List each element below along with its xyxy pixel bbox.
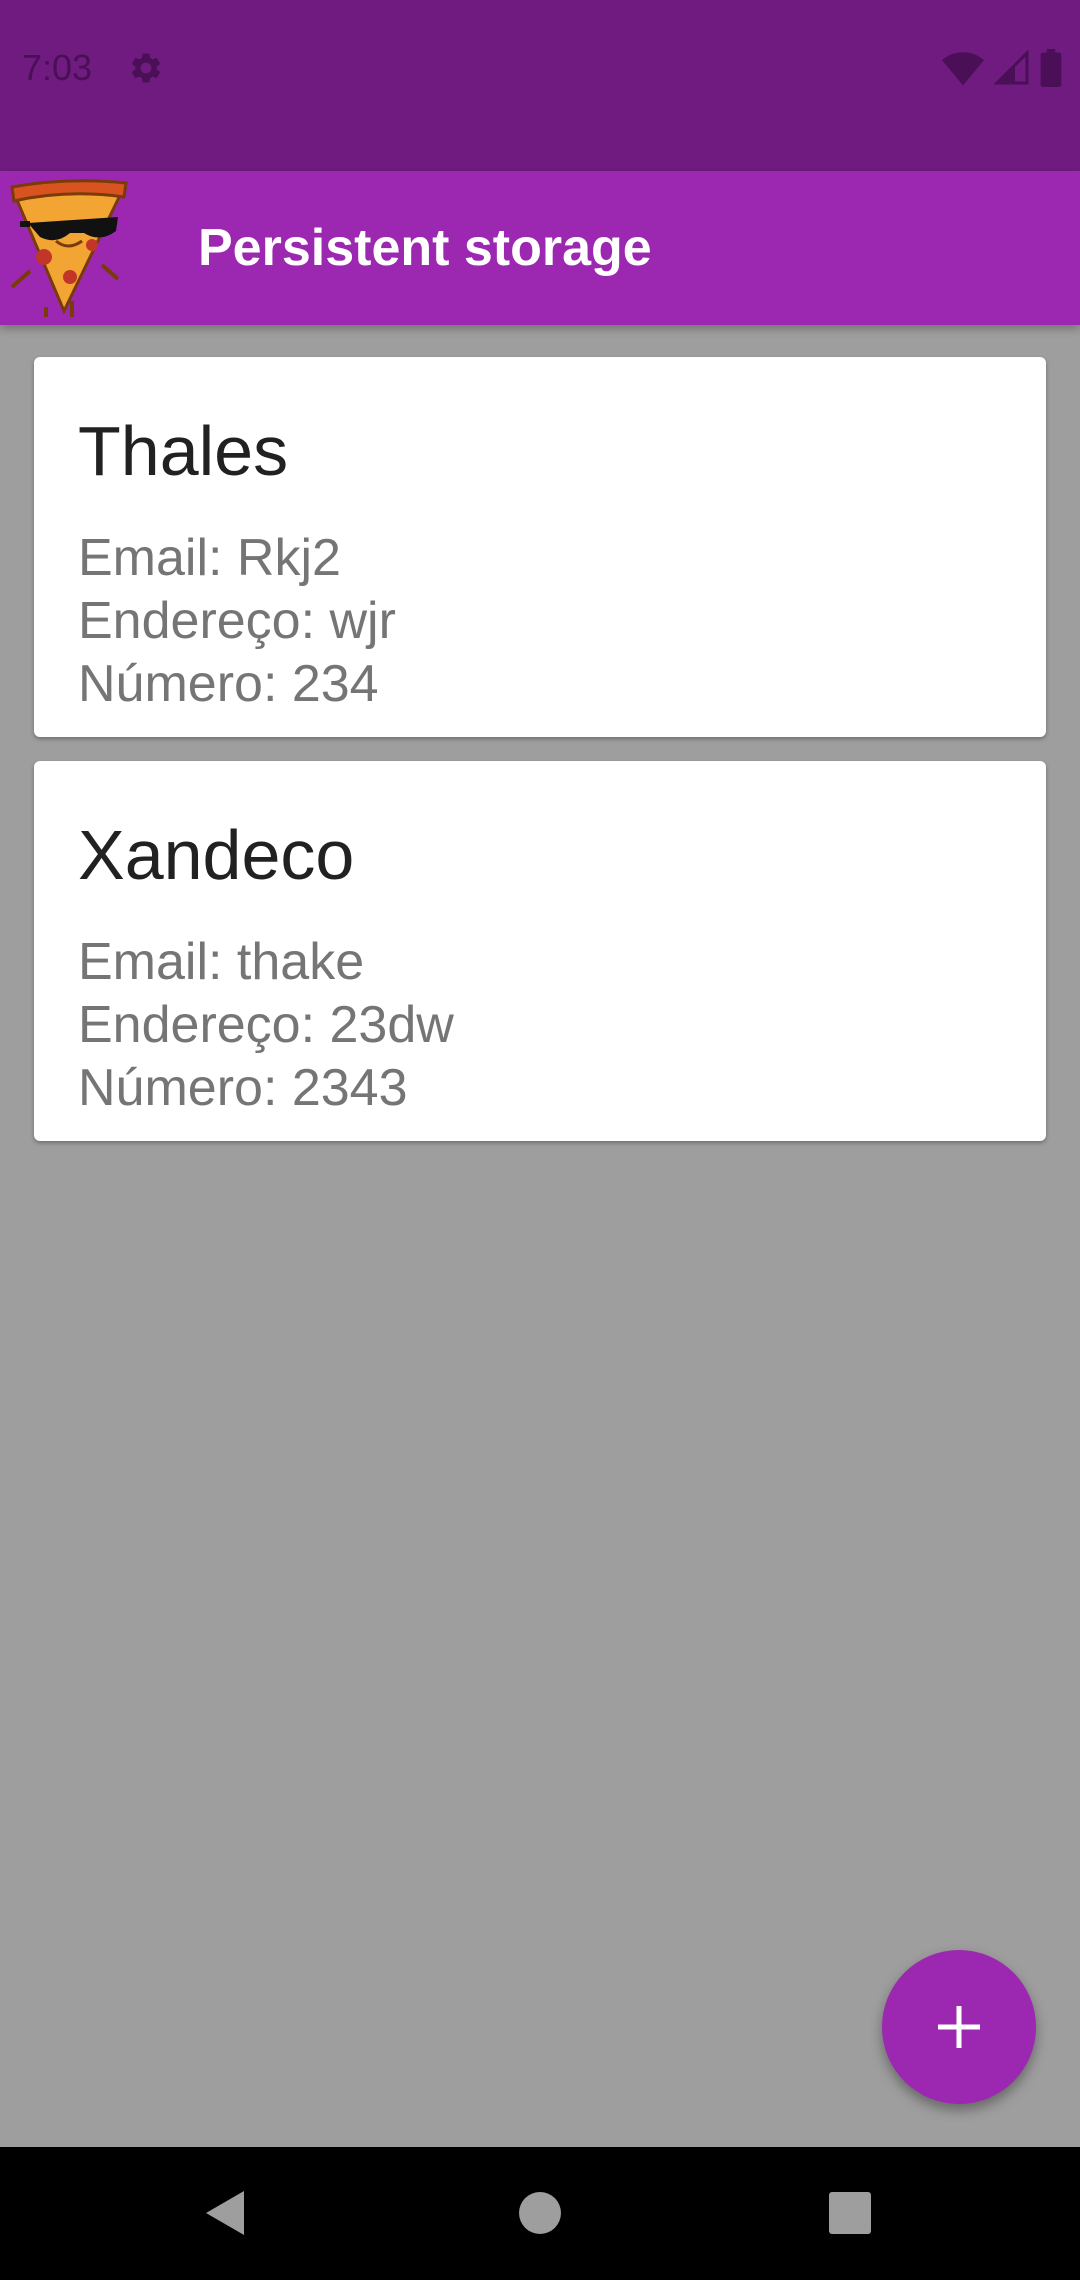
contact-address: Endereço: 23dw	[78, 996, 454, 1054]
status-icons	[942, 48, 1062, 88]
contact-list[interactable]: Thales Email: Rkj2 Endereço: wjr Número:…	[0, 325, 1080, 2147]
add-contact-button[interactable]	[882, 1950, 1036, 2104]
navigation-bar	[0, 2147, 1080, 2280]
contact-address: Endereço: wjr	[78, 592, 396, 650]
recents-icon[interactable]	[820, 2183, 880, 2243]
app-title: Persistent storage	[198, 219, 652, 277]
contact-name: Xandeco	[78, 816, 355, 894]
contact-number: Número: 2343	[78, 1059, 408, 1117]
contact-number: Número: 234	[78, 655, 379, 713]
gear-icon	[131, 53, 161, 83]
status-time: 7:03	[22, 47, 93, 88]
signal-icon	[994, 50, 1029, 85]
contact-card[interactable]: Xandeco Email: thake Endereço: 23dw Núme…	[34, 761, 1046, 1141]
plus-icon	[938, 2006, 980, 2048]
contact-email: Email: Rkj2	[78, 529, 341, 587]
battery-icon	[1040, 49, 1062, 87]
contact-card[interactable]: Thales Email: Rkj2 Endereço: wjr Número:…	[34, 357, 1046, 737]
back-icon[interactable]	[196, 2183, 256, 2243]
contact-name: Thales	[78, 412, 289, 490]
home-icon[interactable]	[510, 2183, 570, 2243]
pizza-mascot-logo	[10, 179, 128, 317]
status-bar: 7:03	[0, 0, 1080, 171]
contact-email: Email: thake	[78, 933, 365, 991]
app-bar: Persistent storage	[0, 171, 1080, 325]
wifi-icon	[942, 52, 984, 86]
